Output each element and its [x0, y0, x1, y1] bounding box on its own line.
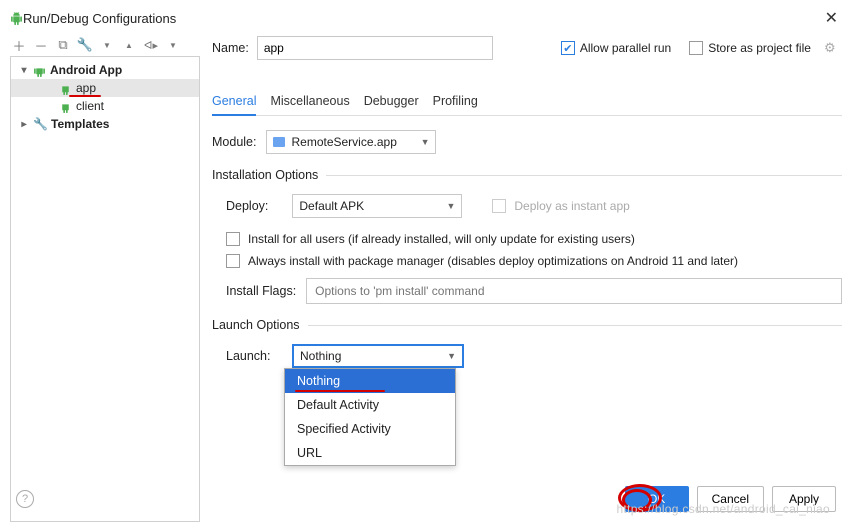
config-tree: ▾ Android App app client ▸ 🔧 Templates	[10, 56, 200, 522]
chevron-up-icon[interactable]: ▲	[122, 38, 136, 52]
close-icon[interactable]: ✕	[825, 8, 838, 28]
tree-root-label: Android App	[50, 63, 122, 77]
help-icon[interactable]: ?	[16, 490, 34, 508]
expand-icon[interactable]: ▼	[166, 38, 180, 52]
instant-app-label: Deploy as instant app	[514, 199, 629, 213]
window-title: Run/Debug Configurations	[23, 11, 825, 26]
chevron-right-icon: ▸	[19, 119, 29, 130]
pkg-mgr-checkbox[interactable]: Always install with package manager (dis…	[226, 254, 842, 268]
module-value: RemoteService.app	[291, 135, 396, 149]
deploy-row: Deploy: Default APK ▼ Deploy as instant …	[226, 194, 842, 218]
launch-dropdown-list: Nothing Default Activity Specified Activ…	[284, 368, 456, 466]
tree-item-app[interactable]: app	[11, 79, 199, 97]
android-icon	[33, 64, 46, 77]
install-all-users-label: Install for all users (if already instal…	[248, 232, 635, 246]
tree-templates-label: Templates	[51, 117, 109, 131]
apply-button[interactable]: Apply	[772, 486, 836, 512]
instant-app-checkbox: Deploy as instant app	[492, 199, 629, 213]
sort-icon[interactable]: ᐊ▸	[144, 38, 158, 52]
launch-section-header: Launch Options	[212, 318, 842, 332]
launch-option-default[interactable]: Default Activity	[285, 393, 455, 417]
pkg-mgr-label: Always install with package manager (dis…	[248, 254, 738, 268]
deploy-value: Default APK	[299, 199, 364, 213]
launch-option-url[interactable]: URL	[285, 441, 455, 465]
ok-button[interactable]: OK	[625, 486, 689, 512]
allow-parallel-label: Allow parallel run	[580, 41, 671, 55]
name-row: Name: ✔ Allow parallel run Store as proj…	[212, 36, 842, 60]
wrench-icon[interactable]: 🔧	[78, 38, 92, 52]
name-label: Name:	[212, 41, 249, 55]
launch-value: Nothing	[300, 349, 341, 363]
gear-icon[interactable]: ⚙	[824, 40, 836, 56]
deploy-label: Deploy:	[226, 199, 268, 213]
tab-profiling[interactable]: Profiling	[433, 90, 478, 115]
launch-row: Launch: Nothing ▼ Nothing Default Activi…	[226, 344, 842, 368]
tab-bar: General Miscellaneous Debugger Profiling	[212, 90, 842, 116]
tab-misc[interactable]: Miscellaneous	[270, 90, 349, 115]
chevron-down-icon: ▼	[446, 201, 455, 211]
android-icon	[59, 82, 72, 95]
tab-general[interactable]: General	[212, 90, 256, 116]
install-section-header: Installation Options	[212, 168, 842, 182]
copy-icon[interactable]: ⧉	[56, 38, 70, 52]
divider	[308, 325, 842, 326]
chevron-down-icon: ▼	[447, 351, 456, 361]
name-input[interactable]	[257, 36, 493, 60]
launch-label: Launch:	[226, 349, 274, 363]
install-flags-label: Install Flags:	[226, 284, 296, 298]
divider	[326, 175, 842, 176]
launch-option-nothing[interactable]: Nothing	[285, 369, 455, 393]
tree-templates[interactable]: ▸ 🔧 Templates	[11, 115, 199, 133]
chevron-down-icon[interactable]: ▼	[100, 38, 114, 52]
cancel-button[interactable]: Cancel	[697, 486, 764, 512]
remove-icon[interactable]: －	[34, 38, 48, 52]
config-toolbar: ＋ － ⧉ 🔧 ▼ ▲ ᐊ▸ ▼	[10, 34, 200, 56]
module-folder-icon	[273, 137, 285, 147]
tree-root-android-app[interactable]: ▾ Android App	[11, 61, 199, 79]
android-icon	[10, 12, 23, 25]
checkbox-empty-icon	[689, 41, 703, 55]
annotation-underline	[295, 390, 385, 392]
install-flags-row: Install Flags:	[226, 278, 842, 304]
store-project-checkbox[interactable]: Store as project file	[689, 41, 811, 55]
tree-item-label: client	[76, 99, 104, 113]
launch-dropdown[interactable]: Nothing ▼	[292, 344, 464, 368]
check-icon: ✔	[561, 41, 575, 55]
allow-parallel-checkbox[interactable]: ✔ Allow parallel run	[561, 41, 671, 55]
checkbox-empty-icon	[226, 232, 240, 246]
deploy-dropdown[interactable]: Default APK ▼	[292, 194, 462, 218]
module-dropdown[interactable]: RemoteService.app ▼	[266, 130, 436, 154]
install-all-users-checkbox[interactable]: Install for all users (if already instal…	[226, 232, 842, 246]
tree-item-label: app	[76, 81, 96, 95]
android-icon	[59, 100, 72, 113]
titlebar: Run/Debug Configurations ✕	[0, 0, 852, 34]
install-flags-input[interactable]	[306, 278, 842, 304]
launch-option-specified[interactable]: Specified Activity	[285, 417, 455, 441]
chevron-down-icon: ▼	[421, 137, 430, 147]
module-label: Module:	[212, 135, 256, 149]
chevron-down-icon: ▾	[19, 65, 29, 76]
tree-item-client[interactable]: client	[11, 97, 199, 115]
tab-debugger[interactable]: Debugger	[364, 90, 419, 115]
checkbox-empty-icon	[226, 254, 240, 268]
settings-icon: 🔧	[33, 117, 47, 131]
add-icon[interactable]: ＋	[12, 38, 26, 52]
module-row: Module: RemoteService.app ▼	[212, 130, 842, 154]
checkbox-empty-icon	[492, 199, 506, 213]
store-project-label: Store as project file	[708, 41, 811, 55]
